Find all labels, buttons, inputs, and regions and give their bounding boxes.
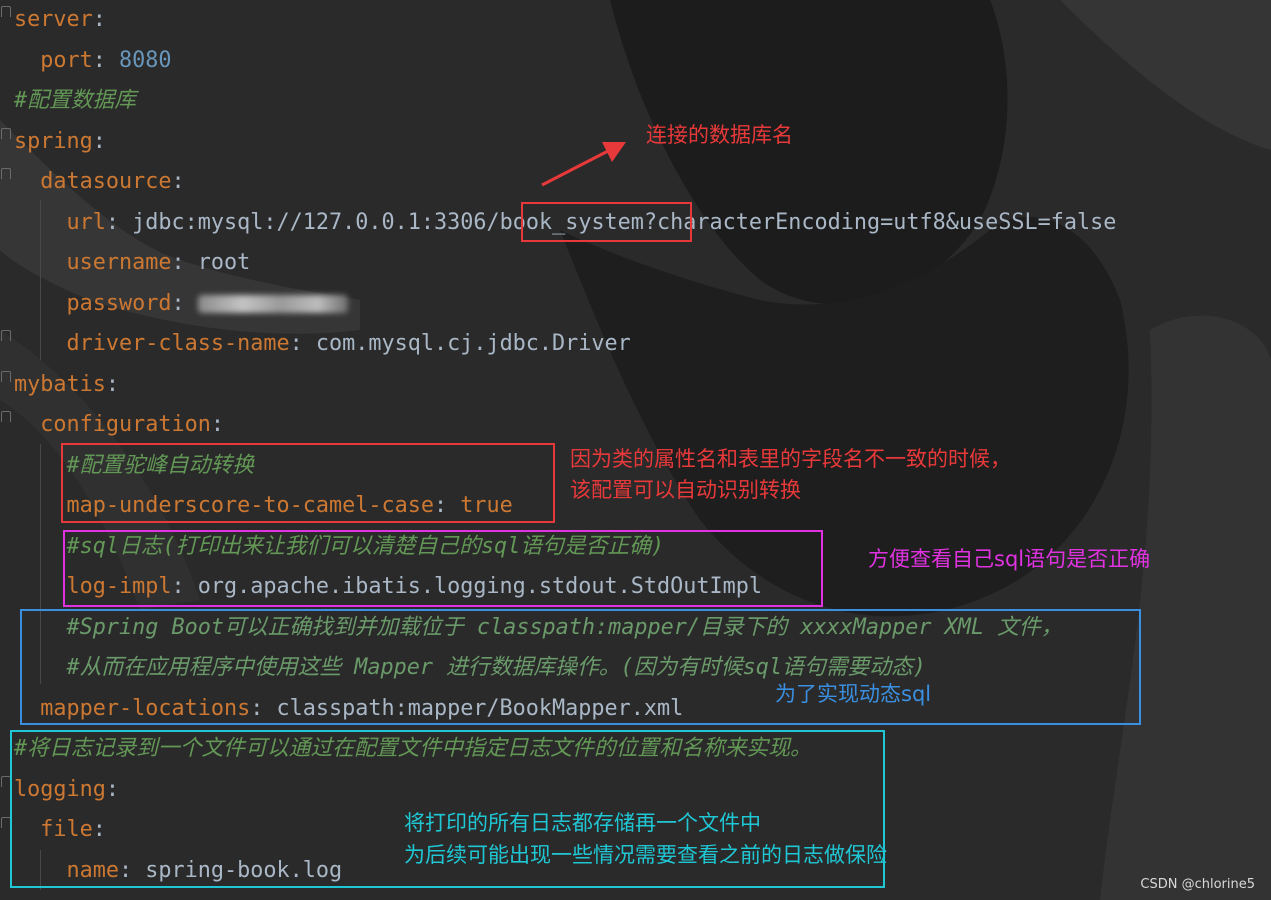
yaml-value: jdbc:mysql://127.0.0.1:3306/ [132, 209, 500, 235]
fold-icon[interactable] [1, 6, 11, 17]
code-comment[interactable]: #配置数据库 [14, 81, 136, 122]
yaml-key: password [66, 290, 172, 316]
watermark: CSDN @chlorine5 [1140, 877, 1255, 892]
yaml-key: mybatis [14, 371, 106, 397]
fold-icon[interactable] [1, 411, 11, 422]
yaml-key: spring [14, 128, 93, 154]
code-line[interactable]: password: [14, 284, 348, 325]
code-line[interactable]: username: root [14, 243, 251, 284]
yaml-key: datasource [40, 169, 172, 194]
yaml-key: port [40, 47, 93, 73]
logging-note-line1: 将打印的所有日志都存储再一个文件中 [404, 811, 761, 835]
arrow-icon [541, 142, 626, 187]
code-line[interactable]: driver-class-name: com.mysql.cj.jdbc.Dri… [14, 324, 631, 365]
yaml-key: configuration [40, 412, 211, 437]
fold-icon[interactable] [1, 371, 11, 382]
db-name-highlight-box [521, 202, 692, 242]
yaml-value: 8080 [119, 47, 172, 73]
fold-icon[interactable] [1, 128, 11, 139]
code-line[interactable]: mybatis: [14, 365, 119, 406]
mapper-highlight-box [20, 609, 1141, 725]
code-line[interactable]: datasource: [14, 162, 184, 203]
fold-icon[interactable] [1, 168, 11, 179]
yaml-value: ?characterEncoding=utf8&useSSL=false [643, 209, 1117, 235]
yaml-value: root [197, 250, 251, 275]
sql-log-highlight-box [63, 530, 823, 607]
fold-icon[interactable] [1, 330, 11, 341]
mapper-note: 为了实现动态sql [775, 682, 932, 706]
code-line[interactable]: configuration: [14, 405, 224, 446]
yaml-key: username [66, 250, 172, 275]
camel-case-highlight-box [61, 443, 555, 523]
code-line[interactable]: server: [14, 0, 106, 41]
yaml-value: com.mysql.cj.jdbc.Driver [315, 331, 631, 356]
camel-case-note-line2: 该配置可以自动识别转换 [570, 478, 801, 502]
code-line[interactable]: port: 8080 [14, 41, 172, 82]
redacted-password [197, 294, 348, 313]
db-name-note: 连接的数据库名 [646, 123, 793, 147]
code-line[interactable]: spring: [14, 122, 106, 163]
yaml-key: driver-class-name [66, 331, 290, 356]
yaml-key: url [66, 209, 106, 235]
logging-note-line2: 为后续可能出现一些情况需要查看之前的日志做保险 [404, 843, 887, 867]
sql-log-note: 方便查看自己sql语句是否正确 [868, 547, 1151, 571]
camel-case-note-line1: 因为类的属性名和表里的字段名不一致的时候， [570, 447, 1011, 471]
yaml-key: server [14, 7, 93, 32]
